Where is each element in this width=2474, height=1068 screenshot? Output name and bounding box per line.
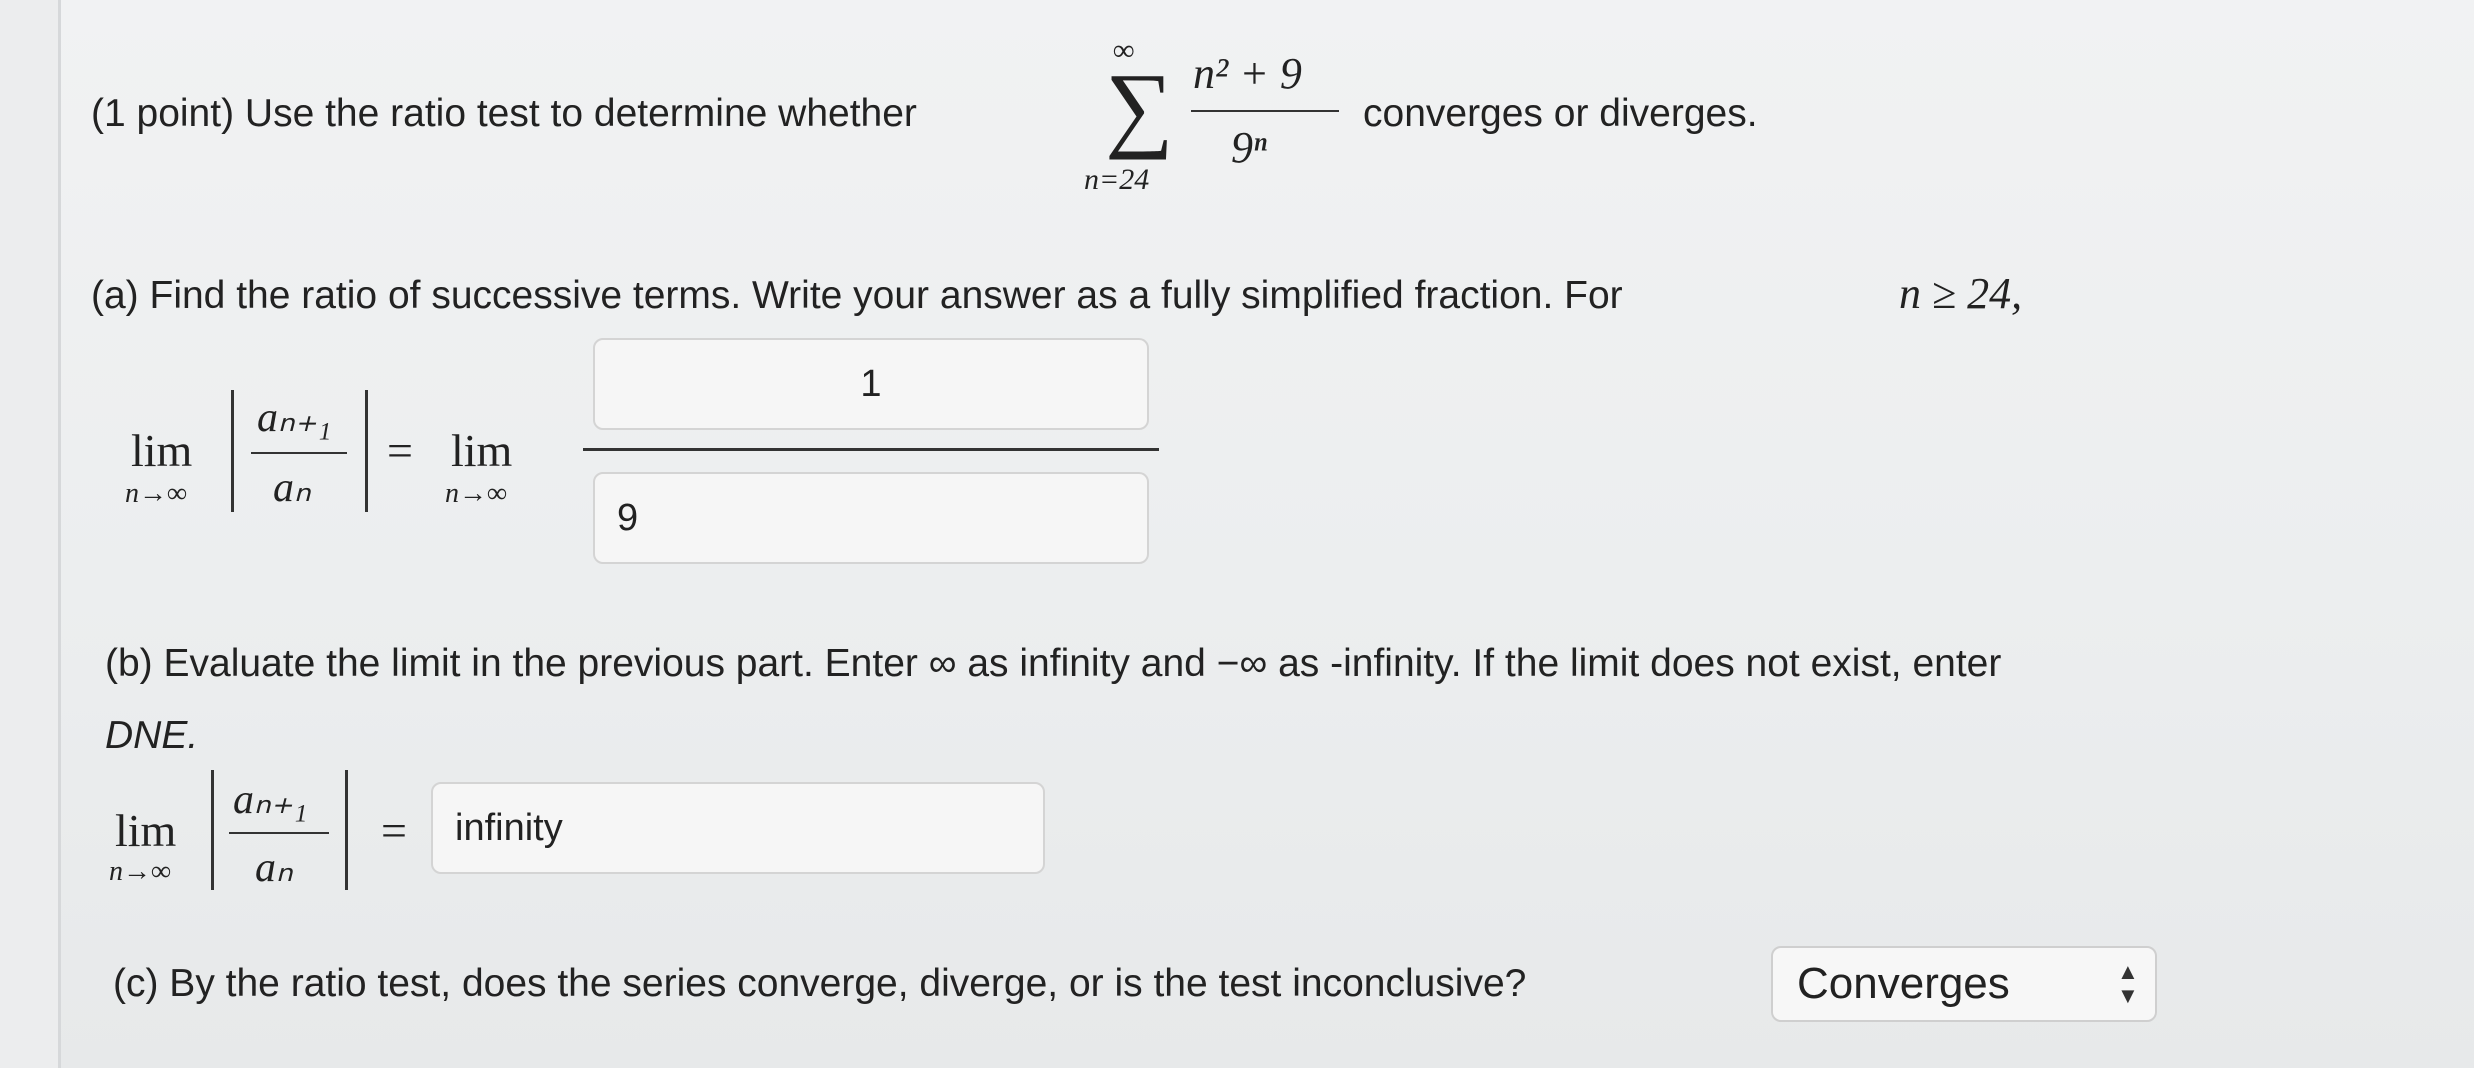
part-b-ratio-line xyxy=(229,832,329,834)
part-b-ratio-den: aₙ xyxy=(255,845,293,891)
part-a-lim: lim xyxy=(131,425,193,476)
part-b-equals: = xyxy=(381,805,407,856)
denominator-input[interactable]: 9 xyxy=(593,472,1149,564)
part-b-lim-sub: n→∞ xyxy=(109,856,171,887)
sum-symbol: ∑ xyxy=(1105,53,1174,160)
part-a-equals: = xyxy=(387,425,413,476)
problem-intro-end: converges or diverges. xyxy=(1363,92,1758,135)
part-b-abs-left xyxy=(211,770,214,890)
conclusion-select-value: Converges xyxy=(1797,959,2010,1008)
term-denominator: 9ⁿ xyxy=(1231,123,1267,172)
part-a-prompt: (a) Find the ratio of successive terms. … xyxy=(91,274,1623,317)
part-a-abs-left xyxy=(231,390,234,512)
conclusion-select[interactable]: Converges ▲▼ xyxy=(1771,946,2157,1022)
part-a-abs-right xyxy=(365,390,368,512)
term-numerator: n² + 9 xyxy=(1193,49,1302,98)
limit-answer-input[interactable]: infinity xyxy=(431,782,1045,874)
answer-fraction-line xyxy=(583,448,1159,451)
part-a-ratio-den: aₙ xyxy=(273,465,311,511)
part-a-ratio-line xyxy=(251,452,347,454)
part-b-abs-right xyxy=(345,770,348,890)
select-arrows-icon: ▲▼ xyxy=(2117,959,2139,1008)
sum-lower-limit: n=24 xyxy=(1084,163,1150,196)
part-a-lim-sub: n→∞ xyxy=(125,478,187,509)
part-b-prompt: (b) Evaluate the limit in the previous p… xyxy=(105,642,2002,685)
part-b-ratio-num: aₙ₊₁ xyxy=(233,777,308,823)
part-a-lim-sub-2: n→∞ xyxy=(445,478,507,509)
problem-panel: (1 point) Use the ratio test to determin… xyxy=(58,0,2474,1068)
term-fraction-line xyxy=(1191,110,1339,112)
part-b-prompt-dne: DNE. xyxy=(105,714,199,757)
part-a-lim-2: lim xyxy=(451,425,513,476)
part-b-lim: lim xyxy=(115,805,177,856)
numerator-input[interactable]: 1 xyxy=(593,338,1149,430)
part-a-condition: n ≥ 24, xyxy=(1899,269,2023,318)
problem-intro: (1 point) Use the ratio test to determin… xyxy=(91,92,917,135)
part-c-prompt: (c) By the ratio test, does the series c… xyxy=(113,962,1527,1005)
part-a-ratio-num: aₙ₊₁ xyxy=(257,395,332,441)
